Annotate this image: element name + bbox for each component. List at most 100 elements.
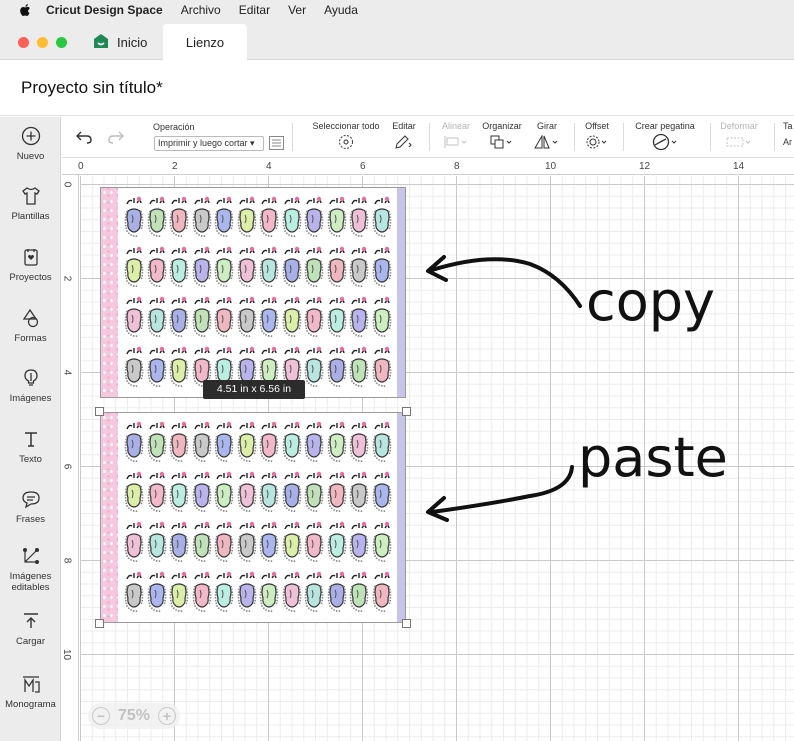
menu-editar[interactable]: Editar <box>239 3 270 17</box>
minimize-window-button[interactable] <box>37 37 48 48</box>
align-button[interactable]: Alinear <box>438 121 474 151</box>
sidebar-label-cargar: Cargar <box>15 636 46 647</box>
sidebar-label-monograma: Monograma <box>5 699 56 710</box>
resize-handle-top-left[interactable] <box>95 407 104 416</box>
sticker-mask-icon <box>192 421 211 462</box>
operation-select[interactable]: Imprimir y luego cortar ▾ <box>154 136 264 151</box>
ruler-tick-label: 10 <box>61 648 73 661</box>
sticker-mask-icon <box>124 471 144 512</box>
ruler-tick-label: 12 <box>639 161 651 172</box>
shirt-icon <box>21 187 40 205</box>
ruler-tick-label: 2 <box>61 275 73 282</box>
menu-app-name[interactable]: Cricut Design Space <box>46 3 163 17</box>
sticker-mask-icon <box>372 296 391 337</box>
edit-label: Editar <box>392 121 416 131</box>
sidebar-item-monograma[interactable]: Monograma <box>0 674 61 710</box>
sticker-mask-icon <box>259 421 279 462</box>
sticker-mask-icon <box>192 296 211 337</box>
zoom-window-button[interactable] <box>56 37 67 48</box>
sidebar-item-imagenes[interactable]: Imágenes <box>0 368 61 404</box>
left-sidebar: Nuevo Plantillas Proyectos Formas Imágen… <box>0 117 61 741</box>
sticker-label: Crear pegatina <box>635 121 695 131</box>
sticker-mask-icon <box>327 296 346 337</box>
sticker-mask-icon <box>372 246 391 287</box>
system-menubar: Cricut Design Space Archivo Editar Ver A… <box>0 0 794 20</box>
sidebar-label-nuevo: Nuevo <box>16 151 45 162</box>
sticker-mask-icon <box>237 296 256 337</box>
sticker-mask-icon <box>147 246 166 287</box>
sidebar-label-plantillas: Plantillas <box>11 211 50 222</box>
tab-home[interactable]: Inicio <box>93 33 147 52</box>
offset-icon <box>586 135 607 149</box>
select-all-icon <box>339 135 353 149</box>
sidebar-item-cargar[interactable]: Cargar <box>0 611 61 647</box>
warp-button[interactable]: Deformar <box>714 121 764 151</box>
sticker-mask-icon <box>327 471 346 512</box>
ruler-tick-label: 6 <box>61 463 73 470</box>
size-label-cut2: Ar <box>783 137 792 147</box>
apple-logo-icon[interactable] <box>18 3 32 17</box>
menu-ayuda[interactable]: Ayuda <box>324 3 358 17</box>
ruler-tick-label: 8 <box>454 161 460 172</box>
sidebar-label-texto: Texto <box>19 454 42 465</box>
size-label-cut: Ta <box>783 121 793 131</box>
sticker-mask-icon <box>327 196 346 237</box>
sticker-mask-icon <box>349 521 369 562</box>
sidebar-item-frases[interactable]: Frases <box>0 489 61 525</box>
resize-handle-top-right[interactable] <box>402 407 411 416</box>
project-title[interactable]: Proyecto sin título* <box>21 78 163 98</box>
sidebar-label-proyectos: Proyectos <box>9 272 52 283</box>
sidebar-item-plantillas[interactable]: Plantillas <box>0 186 61 222</box>
sticker-mask-icon <box>282 571 301 612</box>
sticker-mask-icon <box>304 246 324 287</box>
select-all-button[interactable]: Seleccionar todo <box>308 121 384 152</box>
rotate-button[interactable]: Girar <box>532 121 562 151</box>
close-window-button[interactable] <box>18 37 29 48</box>
menu-archivo[interactable]: Archivo <box>181 3 221 17</box>
zoom-control: − 75% + <box>88 703 180 729</box>
sticker-mask-icon <box>124 246 144 287</box>
sticker-mask-icon <box>169 571 189 612</box>
print-preview-icon[interactable] <box>269 136 284 152</box>
shapes-icon <box>22 308 38 328</box>
sticker-mask-icon <box>214 471 234 512</box>
sticker-mask-icon <box>124 521 144 562</box>
create-sticker-button[interactable]: Crear pegatina <box>630 121 700 153</box>
size-panel-cut[interactable]: Ta Ar <box>783 121 794 147</box>
redo-icon[interactable] <box>107 130 125 146</box>
sidebar-item-formas[interactable]: Formas <box>0 308 61 344</box>
vertical-ruler: 0 2 4 6 8 10 <box>61 175 79 741</box>
sticker-mask-icon <box>349 296 369 337</box>
projects-icon <box>23 249 38 266</box>
sidebar-item-texto[interactable]: Texto <box>0 429 61 465</box>
canvas-toolbar: Operación Imprimir y luego cortar ▾ Sele… <box>62 117 794 158</box>
resize-handle-bottom-right[interactable] <box>402 619 411 628</box>
sticker-sheet-original[interactable] <box>100 187 406 398</box>
horizontal-ruler: 0 2 4 6 8 10 12 14 <box>62 158 794 175</box>
zoom-level: 75% <box>117 707 151 724</box>
undo-icon[interactable] <box>75 130 93 146</box>
arrange-button[interactable]: Organizar <box>480 121 524 151</box>
sticker-mask-icon <box>372 421 391 462</box>
sidebar-label-imagenes: Imágenes <box>9 393 52 404</box>
warp-icon <box>726 137 751 147</box>
sticker-mask-icon <box>372 196 391 237</box>
sidebar-item-proyectos[interactable]: Proyectos <box>0 247 61 283</box>
sidebar-item-nuevo[interactable]: Nuevo <box>0 126 61 162</box>
sticker-mask-icon <box>259 571 279 612</box>
sticker-mask-icon <box>304 196 324 237</box>
offset-button[interactable]: Offset <box>579 121 615 152</box>
edit-button[interactable]: Editar <box>387 121 421 152</box>
zoom-in-button[interactable]: + <box>158 707 176 725</box>
sidebar-item-imagenes-editables[interactable]: Imágenes editables <box>0 546 61 593</box>
tab-canvas[interactable]: Lienzo <box>163 24 247 61</box>
sticker-sheet-pasted[interactable] <box>100 412 406 623</box>
menu-ver[interactable]: Ver <box>288 3 306 17</box>
sidebar-label-imagenes-editables: Imágenes editables <box>9 571 52 593</box>
ruler-tick-label: 8 <box>61 557 73 564</box>
resize-handle-bottom-left[interactable] <box>95 619 104 628</box>
sticker-icon <box>652 133 677 151</box>
zoom-out-button[interactable]: − <box>92 707 110 725</box>
toolbar-divider <box>774 123 775 151</box>
select-all-label: Seleccionar todo <box>312 121 380 131</box>
